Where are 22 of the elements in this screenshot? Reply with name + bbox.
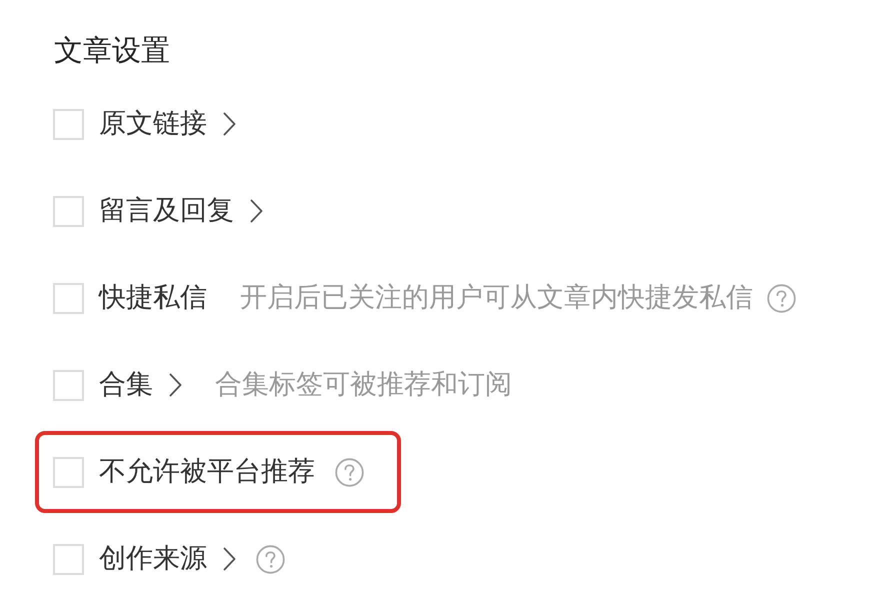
option-label[interactable]: 留言及回复 [99, 194, 234, 228]
help-icon[interactable] [767, 284, 796, 312]
option-hint: 合集标签可被推荐和订阅 [215, 368, 512, 402]
help-icon[interactable] [256, 544, 285, 574]
chevron-right-icon[interactable] [223, 112, 236, 136]
section-title: 文章设置 [54, 32, 170, 69]
checkbox[interactable] [53, 282, 84, 314]
chevron-right-icon[interactable] [223, 547, 236, 571]
option-label[interactable]: 快捷私信 [99, 281, 207, 315]
chevron-right-icon[interactable] [250, 199, 263, 223]
checkbox[interactable] [53, 370, 84, 400]
checkbox[interactable] [53, 108, 84, 140]
help-icon[interactable] [335, 458, 364, 486]
option-label[interactable]: 不允许被平台推荐 [99, 455, 315, 489]
option-label[interactable]: 原文链接 [99, 107, 207, 141]
checkbox[interactable] [53, 544, 84, 574]
option-label[interactable]: 合集 [99, 368, 153, 402]
chevron-right-icon[interactable] [169, 373, 182, 397]
option-hint: 开启后已关注的用户可从文章内快捷发私信 [240, 281, 753, 315]
checkbox[interactable] [53, 456, 84, 488]
option-label[interactable]: 创作来源 [99, 542, 207, 576]
checkbox[interactable] [53, 196, 84, 226]
